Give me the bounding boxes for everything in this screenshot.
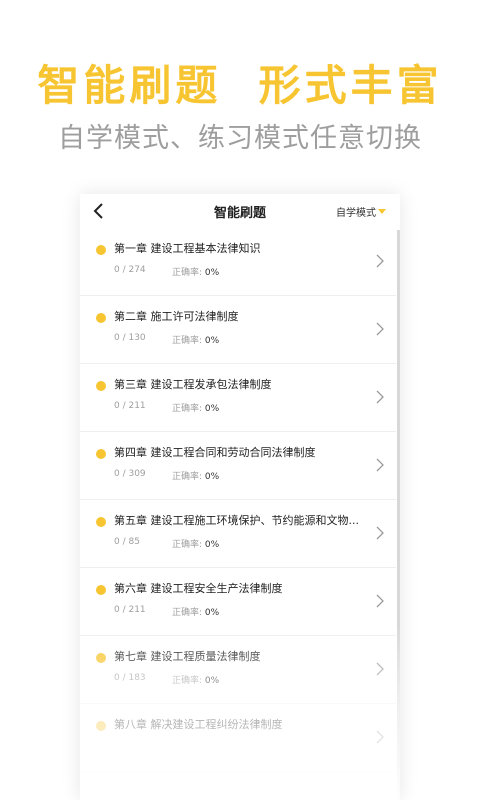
chapter-row-4[interactable]: 第四章 建设工程合同和劳动合同法律制度 0 / 309 正确率: 0% (80, 432, 396, 500)
chapter-row-3[interactable]: 第三章 建设工程发承包法律制度 0 / 211 正确率: 0% (80, 364, 396, 432)
chapter-row-8[interactable]: 第八章 解决建设工程纠纷法律制度 (80, 704, 396, 772)
progress-count: 0 / 85 (114, 537, 140, 547)
chevron-right-icon (376, 254, 384, 268)
bullet-dot-icon (96, 381, 106, 391)
bullet-dot-icon (96, 585, 106, 595)
progress-count: 0 / 274 (114, 265, 146, 275)
accuracy: 正确率: 0% (172, 336, 220, 346)
progress-count: 0 / 309 (114, 469, 146, 479)
chevron-right-icon (376, 322, 384, 336)
navigation-bar: 智能刷题 自学模式 (80, 194, 400, 228)
chapter-title: 第八章 解决建设工程纠纷法律制度 (114, 718, 283, 731)
progress-count: 0 / 183 (114, 673, 146, 683)
chapter-title: 第一章 建设工程基本法律知识 (114, 242, 261, 255)
chapter-title: 第七章 建设工程质量法律制度 (114, 650, 261, 663)
phone-screen: 智能刷题 自学模式 第一章 建设工程基本法律知识 0 / 274 正确率: 0%… (80, 194, 400, 800)
chevron-right-icon (376, 594, 384, 608)
chapter-title: 第六章 建设工程安全生产法律制度 (114, 582, 283, 595)
progress-count: 0 / 130 (114, 333, 146, 343)
promo-title: 智能刷题 形式丰富 (37, 61, 443, 110)
bullet-dot-icon (96, 653, 106, 663)
chevron-left-icon[interactable] (92, 202, 106, 220)
accuracy: 正确率: 0% (172, 472, 220, 482)
chevron-right-icon (376, 662, 384, 676)
chapter-row-7[interactable]: 第七章 建设工程质量法律制度 0 / 183 正确率: 0% (80, 636, 396, 704)
accuracy: 正确率: 0% (172, 608, 220, 618)
progress-count: 0 / 211 (114, 401, 146, 411)
progress-count: 0 / 211 (114, 605, 146, 615)
mode-label: 自学模式 (336, 208, 376, 219)
accuracy: 正确率: 0% (172, 404, 220, 414)
chevron-right-icon (376, 526, 384, 540)
bullet-dot-icon (96, 721, 106, 731)
chapter-list: 第一章 建设工程基本法律知识 0 / 274 正确率: 0% 第二章 施工许可法… (80, 228, 396, 772)
chevron-right-icon (376, 730, 384, 744)
scrollbar[interactable] (397, 230, 400, 800)
accuracy: 正确率: 0% (172, 268, 220, 278)
accuracy: 正确率: 0% (172, 540, 220, 550)
mode-selector[interactable]: 自学模式 (336, 204, 386, 219)
page-title: 智能刷题 (213, 205, 266, 221)
caret-down-icon (378, 209, 386, 214)
chapter-row-2[interactable]: 第二章 施工许可法律制度 0 / 130 正确率: 0% (80, 296, 396, 364)
chapter-row-1[interactable]: 第一章 建设工程基本法律知识 0 / 274 正确率: 0% (80, 228, 396, 296)
chapter-row-6[interactable]: 第六章 建设工程安全生产法律制度 0 / 211 正确率: 0% (80, 568, 396, 636)
bullet-dot-icon (96, 517, 106, 527)
chapter-title: 第四章 建设工程合同和劳动合同法律制度 (114, 446, 316, 459)
bullet-dot-icon (96, 245, 106, 255)
bullet-dot-icon (96, 449, 106, 459)
bullet-dot-icon (96, 313, 106, 323)
chapter-title: 第三章 建设工程发承包法律制度 (114, 378, 272, 391)
chevron-right-icon (376, 458, 384, 472)
promo-subtitle: 自学模式、练习模式任意切换 (58, 123, 422, 154)
chevron-right-icon (376, 390, 384, 404)
accuracy: 正确率: 0% (172, 676, 220, 686)
chapter-title: 第二章 施工许可法律制度 (114, 310, 239, 323)
chapter-row-5[interactable]: 第五章 建设工程施工环境保护、节约能源和文物... 0 / 85 正确率: 0% (80, 500, 396, 568)
chapter-title: 第五章 建设工程施工环境保护、节约能源和文物... (114, 514, 359, 527)
